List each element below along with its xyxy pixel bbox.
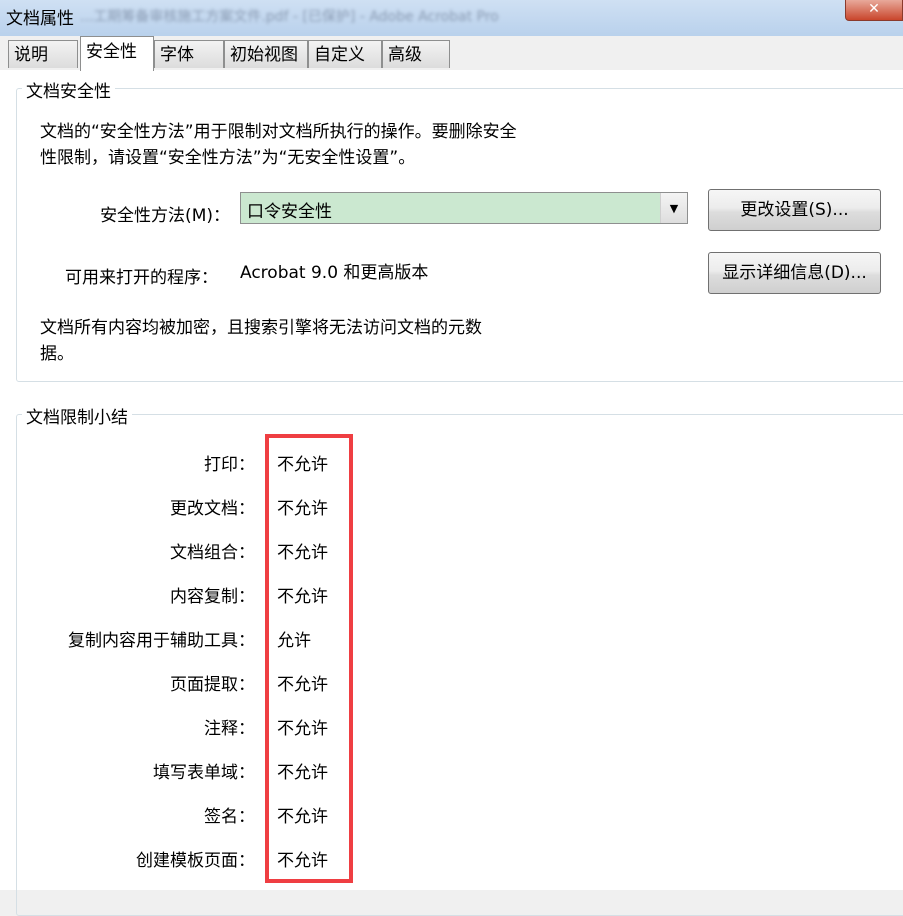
security-description-line1: 文档的“安全性方法”用于限制对文档所执行的操作。要删除安全 <box>40 122 517 142</box>
restriction-label-commenting: 注释： <box>204 719 255 739</box>
security-method-select[interactable]: 口令安全性 ▼ <box>240 192 688 224</box>
openable-programs-label: 可用来打开的程序： <box>65 268 218 288</box>
restriction-label-form-filling: 填写表单域： <box>153 763 255 783</box>
openable-programs-value: Acrobat 9.0 和更高版本 <box>240 263 429 283</box>
restriction-label-document-assembly: 文档组合： <box>170 543 255 563</box>
encryption-note-line1: 文档所有内容均被加密，且搜索引擎将无法访问文档的元数 <box>40 318 482 338</box>
restrictions-summary-title: 文档限制小结 <box>22 403 132 428</box>
red-highlight-box <box>265 434 353 883</box>
tab-initial-view[interactable]: 初始视图 <box>224 40 308 68</box>
encryption-note-line2: 据。 <box>40 344 74 364</box>
background-window-title: ...工期筹备审核施工方案文件.pdf - [已保护] - Adobe Acro… <box>80 9 499 25</box>
security-method-value: 口令安全性 <box>247 202 332 222</box>
change-settings-button[interactable]: 更改设置(S)... <box>708 189 881 231</box>
restrictions-summary-group <box>16 414 903 916</box>
security-panel: 文档安全性 文档的“安全性方法”用于限制对文档所执行的操作。要删除安全 性限制，… <box>0 70 903 916</box>
security-method-label: 安全性方法(M)： <box>100 206 230 226</box>
close-icon: ✕ <box>868 1 880 17</box>
tab-strip: 说明 安全性 字体 初始视图 自定义 高级 <box>0 36 903 71</box>
tab-advanced[interactable]: 高级 <box>382 40 450 68</box>
restriction-label-template-pages: 创建模板页面： <box>136 851 255 871</box>
restriction-label-signing: 签名： <box>204 807 255 827</box>
tab-custom[interactable]: 自定义 <box>308 40 382 68</box>
restriction-label-print: 打印： <box>204 455 255 475</box>
show-details-button[interactable]: 显示详细信息(D)... <box>708 252 881 294</box>
restriction-label-accessibility-copy: 复制内容用于辅助工具： <box>68 631 255 651</box>
chevron-down-icon[interactable]: ▼ <box>660 193 687 223</box>
window-title: 文档属性 <box>6 9 74 29</box>
close-button[interactable]: ✕ <box>845 0 903 21</box>
security-description-line2: 性限制，请设置“安全性方法”为“无安全性设置”。 <box>40 148 416 168</box>
document-security-title: 文档安全性 <box>22 77 115 102</box>
restriction-label-change-document: 更改文档： <box>170 499 255 519</box>
tab-description[interactable]: 说明 <box>8 40 78 68</box>
tab-fonts[interactable]: 字体 <box>154 40 224 68</box>
title-bar: 文档属性 ...工期筹备审核施工方案文件.pdf - [已保护] - Adobe… <box>0 0 903 36</box>
restriction-label-content-copy: 内容复制： <box>170 587 255 607</box>
restriction-label-page-extraction: 页面提取： <box>170 675 255 695</box>
tab-security[interactable]: 安全性 <box>80 36 154 71</box>
